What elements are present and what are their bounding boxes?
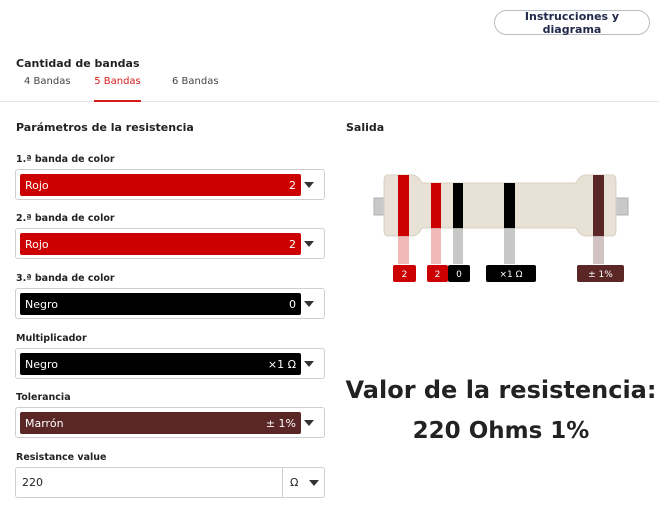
unit-label: Ω [290, 476, 299, 489]
multiplier-label: Multiplicador [16, 333, 87, 344]
band2-mark [431, 183, 441, 228]
tolerance-label: Tolerancia [16, 392, 71, 403]
multiplier-tag-label: ×1 Ω [499, 270, 522, 280]
band2-tag-label: 2 [435, 270, 441, 280]
tolerance-mark [593, 175, 604, 236]
resistor-body [383, 174, 617, 237]
tolerance-tag-label: ± 1% [588, 270, 613, 280]
band2-connector [431, 228, 441, 264]
multiplier-connector [504, 228, 515, 264]
band3-select[interactable]: Negro 0 [15, 288, 325, 319]
band3-label: 3.ª banda de color [16, 273, 115, 284]
bands-tabs: 4 Bandas 5 Bandas 6 Bandas [0, 74, 659, 102]
band3-color-fill: Negro 0 [20, 293, 301, 315]
tolerance-color-name: Marrón [25, 417, 64, 430]
result-heading: Valor de la resistencia: [345, 376, 657, 404]
band2-value: 2 [289, 238, 296, 251]
resistance-value-label: Resistance value [16, 452, 107, 463]
band1-color-fill: Rojo 2 [20, 174, 301, 196]
band1-label: 1.ª banda de color [16, 154, 115, 165]
band3-tag-label: 0 [456, 270, 462, 280]
chevron-down-icon [304, 420, 314, 426]
multiplier-value: ×1 Ω [267, 358, 296, 371]
band3-mark [453, 183, 463, 228]
params-title: Parámetros de la resistencia [16, 121, 194, 134]
band3-connector [453, 228, 463, 264]
unit-select[interactable]: Ω [282, 468, 325, 497]
tab-4-bands[interactable]: 4 Bandas [24, 74, 71, 102]
resistance-value-input[interactable] [16, 468, 282, 497]
band1-color-name: Rojo [25, 179, 49, 192]
multiplier-color-name: Negro [25, 358, 58, 371]
multiplier-mark [504, 183, 515, 228]
output-title: Salida [346, 121, 385, 134]
band3-color-name: Negro [25, 298, 58, 311]
chevron-down-icon [304, 241, 314, 247]
tolerance-value: ± 1% [265, 417, 296, 430]
multiplier-color-fill: Negro ×1 Ω [20, 353, 301, 375]
tolerance-select[interactable]: Marrón ± 1% [15, 407, 325, 438]
tab-5-bands[interactable]: 5 Bandas [94, 74, 141, 102]
bands-section-title: Cantidad de bandas [16, 57, 140, 70]
chevron-down-icon [304, 361, 314, 367]
band2-color-name: Rojo [25, 238, 49, 251]
chevron-down-icon [309, 480, 319, 486]
chevron-down-icon [304, 182, 314, 188]
band1-tag-label: 2 [402, 270, 408, 280]
band1-mark [398, 175, 409, 236]
band2-color-fill: Rojo 2 [20, 233, 301, 255]
band2-select[interactable]: Rojo 2 [15, 228, 325, 259]
band1-value: 2 [289, 179, 296, 192]
band1-connector [398, 236, 409, 264]
multiplier-select[interactable]: Negro ×1 Ω [15, 348, 325, 379]
tab-6-bands[interactable]: 6 Bandas [172, 74, 219, 102]
resistance-value-field: Ω [15, 467, 325, 498]
chevron-down-icon [304, 301, 314, 307]
right-lead [615, 197, 629, 216]
resistor-diagram: 2 2 0 ×1 Ω ± 1% [373, 174, 629, 282]
result-value: 220 Ohms 1% [412, 418, 590, 444]
band2-label: 2.ª banda de color [16, 213, 115, 224]
band3-value: 0 [289, 298, 296, 311]
tolerance-connector [593, 236, 604, 264]
band1-select[interactable]: Rojo 2 [15, 169, 325, 200]
instructions-button[interactable]: Instrucciones y diagrama [494, 10, 650, 36]
tolerance-color-fill: Marrón ± 1% [20, 412, 301, 434]
